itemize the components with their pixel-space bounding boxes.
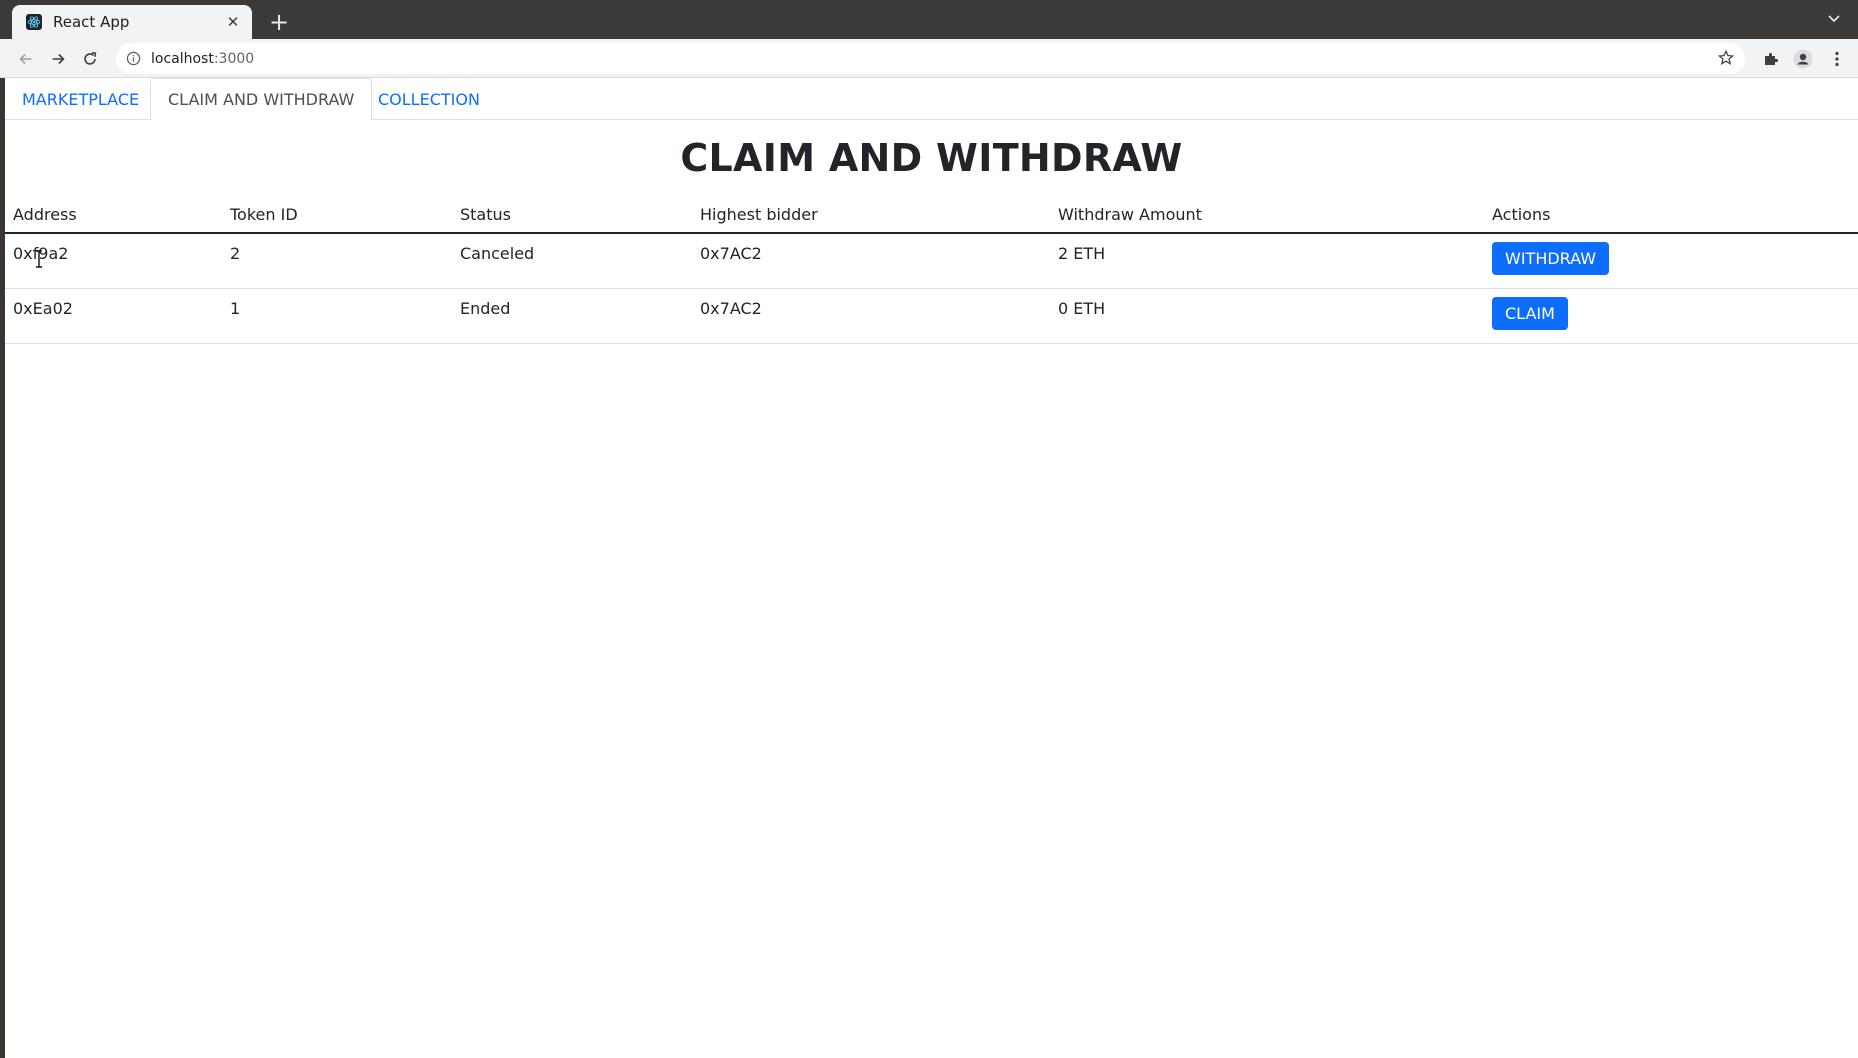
cell-address: 0xEa02	[5, 288, 222, 344]
tab-collection[interactable]: COLLECTION	[361, 78, 497, 120]
url-text: localhost:3000	[151, 51, 254, 67]
cell-withdraw-amount: 2 ETH	[1050, 233, 1484, 289]
auctions-table: Address Token ID Status Highest bidder W…	[5, 196, 1858, 344]
browser-tabstrip: React App ✕ +	[0, 0, 1858, 39]
page-title: CLAIM AND WITHDRAW	[680, 136, 1183, 180]
chevron-down-icon[interactable]	[1828, 12, 1840, 27]
tab-title: React App	[53, 13, 130, 31]
header-actions: Actions	[1484, 196, 1858, 234]
forward-icon[interactable]	[45, 46, 71, 72]
cell-token-id: 1	[222, 288, 452, 344]
header-token-id: Token ID	[222, 196, 452, 234]
cell-token-id: 2	[222, 233, 452, 289]
back-icon[interactable]	[13, 46, 39, 72]
header-address: Address	[5, 196, 222, 234]
cell-status: Ended	[452, 288, 692, 344]
withdraw-button[interactable]: WITHDRAW	[1492, 242, 1610, 275]
header-withdraw-amount: Withdraw Amount	[1050, 196, 1484, 234]
react-logo-icon	[26, 14, 42, 30]
info-icon[interactable]	[125, 51, 141, 67]
reload-icon[interactable]	[77, 46, 103, 72]
menu-kebab-icon[interactable]	[1826, 48, 1848, 70]
new-tab-icon[interactable]: +	[266, 10, 292, 36]
address-bar[interactable]: localhost:3000	[116, 43, 1745, 74]
header-status: Status	[452, 196, 692, 234]
url-host: localhost	[151, 50, 214, 67]
browser-toolbar: localhost:3000	[0, 39, 1858, 78]
url-port: :3000	[213, 50, 255, 67]
nav-tabs: MARKETPLACE CLAIM AND WITHDRAW COLLECTIO…	[5, 78, 1858, 121]
close-icon[interactable]: ✕	[224, 13, 242, 31]
tab-marketplace[interactable]: MARKETPLACE	[5, 78, 156, 120]
page-viewport: MARKETPLACE CLAIM AND WITHDRAW COLLECTIO…	[5, 78, 1858, 1058]
cell-withdraw-amount: 0 ETH	[1050, 288, 1484, 344]
profile-avatar-icon[interactable]	[1792, 48, 1814, 70]
cell-highest-bidder: 0x7AC2	[692, 233, 1050, 289]
claim-button[interactable]: CLAIM	[1492, 296, 1568, 330]
table-row: 0xEa02 1 Ended 0x7AC2 0 ETH CLAIM	[5, 288, 1858, 344]
cell-highest-bidder: 0x7AC2	[692, 288, 1050, 344]
table-header-row: Address Token ID Status Highest bidder W…	[5, 196, 1858, 234]
table-row: 0xf9a2 2 Canceled 0x7AC2 2 ETH WITHDRAW	[5, 233, 1858, 289]
cell-status: Canceled	[452, 233, 692, 289]
text-cursor-icon	[34, 250, 44, 268]
browser-tab[interactable]: React App ✕	[12, 5, 252, 39]
bookmark-star-icon[interactable]	[1717, 49, 1735, 67]
header-highest-bidder: Highest bidder	[692, 196, 1050, 234]
extensions-puzzle-icon[interactable]	[1760, 48, 1782, 70]
cell-actions: WITHDRAW	[1484, 233, 1858, 289]
cell-actions: CLAIM	[1484, 288, 1858, 344]
tab-claim-and-withdraw[interactable]: CLAIM AND WITHDRAW	[150, 78, 373, 121]
